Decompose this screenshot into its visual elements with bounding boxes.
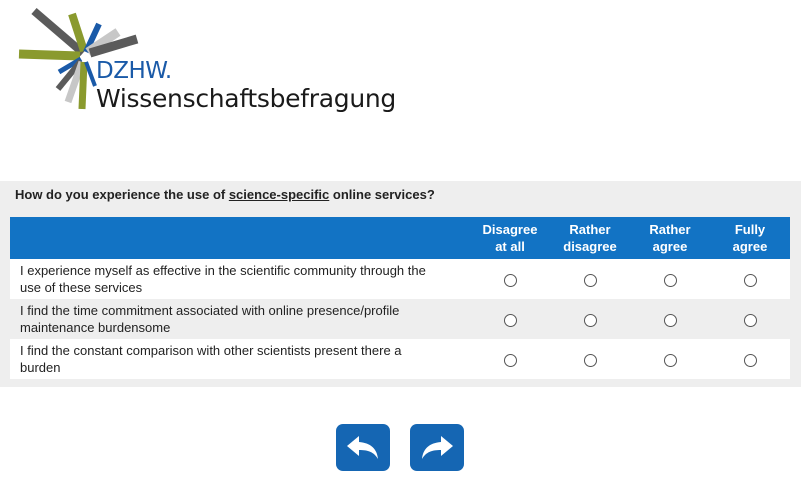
matrix-header-row: Disagree at all Rather disagree Rather agre… — [10, 217, 790, 259]
statement-text: I find the constant comparison with othe… — [10, 339, 470, 379]
back-button[interactable] — [336, 424, 390, 471]
matrix-header-rather-agree: Rather agree — [630, 217, 710, 259]
header-label-line: Rather — [649, 222, 691, 237]
radio-rather-disagree[interactable] — [583, 313, 597, 327]
logo: DZHW. Wissenschaftsbefragung — [14, 6, 396, 118]
radio-rather-disagree[interactable] — [583, 273, 597, 287]
radio-disagree-at-all[interactable] — [503, 313, 517, 327]
header-label-line: agree — [732, 239, 768, 254]
next-button[interactable] — [410, 424, 464, 471]
header-label-line: Disagree — [482, 222, 538, 237]
matrix-header-statement — [10, 217, 470, 259]
matrix-header-disagree-at-all: Disagree at all — [470, 217, 550, 259]
statement-line: burden — [20, 360, 61, 375]
header-label-line: at all — [495, 239, 525, 254]
question-prefix: How do you experience the use of — [15, 187, 229, 202]
question-panel: How do you experience the use of science… — [0, 181, 801, 387]
header-label-line: Rather — [569, 222, 611, 237]
matrix-header-rather-disagree: Rather disagree — [550, 217, 630, 259]
radio-fully-agree[interactable] — [743, 353, 757, 367]
question-text: How do you experience the use of science… — [15, 187, 435, 202]
header-label-line: disagree — [563, 239, 617, 254]
statement-line: I find the constant comparison with othe… — [20, 343, 402, 358]
statement-text: I experience myself as effective in the … — [10, 259, 470, 299]
matrix-header-fully-agree: Fully agree — [710, 217, 790, 259]
matrix-row-time-commitment: I find the time commitment associated wi… — [10, 299, 790, 339]
brand-name: Wissenschaftsbefragung — [96, 84, 396, 113]
radio-rather-disagree[interactable] — [583, 353, 597, 367]
likert-matrix: Disagree at all Rather disagree Rather agre… — [10, 217, 790, 379]
matrix-row-effective: I experience myself as effective in the … — [10, 259, 790, 299]
radio-disagree-at-all[interactable] — [503, 353, 517, 367]
radio-rather-agree[interactable] — [663, 353, 677, 367]
header-label-line: Fully — [734, 222, 766, 237]
question-emphasis: science-specific — [228, 187, 330, 202]
matrix-row-comparison: I find the constant comparison with othe… — [10, 339, 790, 379]
statement-line: use of these services — [20, 280, 143, 295]
question-suffix: online services? — [329, 187, 435, 202]
radio-fully-agree[interactable] — [743, 273, 757, 287]
brand-abbreviation: DZHW. — [96, 58, 172, 84]
radio-rather-agree[interactable] — [663, 313, 677, 327]
arrow-back-icon — [347, 435, 378, 459]
arrow-forward-icon — [422, 435, 453, 459]
statement-line: I find the time commitment associated wi… — [20, 303, 400, 318]
statement-line: I experience myself as effective in the … — [20, 263, 426, 278]
statement-line: maintenance burdensome — [20, 320, 171, 335]
radio-disagree-at-all[interactable] — [503, 273, 517, 287]
statement-text: I find the time commitment associated wi… — [10, 299, 470, 339]
radio-rather-agree[interactable] — [663, 273, 677, 287]
radio-fully-agree[interactable] — [743, 313, 757, 327]
header-label-line: agree — [652, 239, 688, 254]
